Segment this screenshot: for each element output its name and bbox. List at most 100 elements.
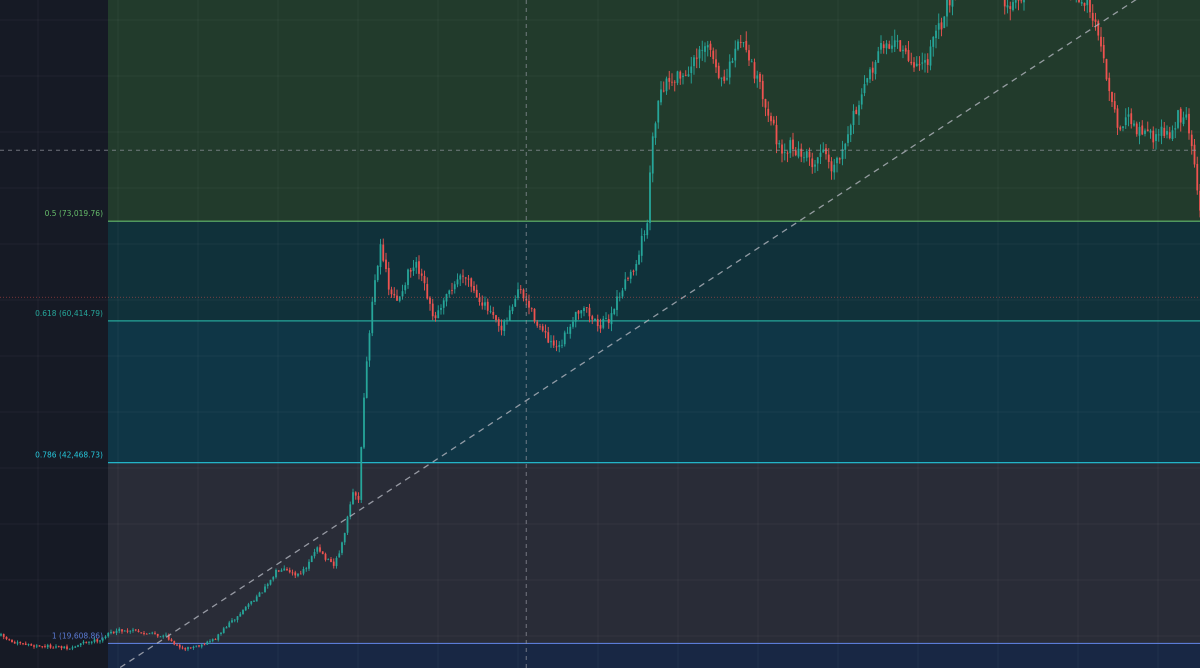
candle-body	[486, 301, 489, 311]
candle-body	[396, 295, 398, 301]
candle-body	[756, 75, 759, 79]
candle	[11, 639, 13, 643]
candle-body	[1179, 108, 1182, 123]
candle-body	[118, 628, 121, 632]
candle-body	[415, 261, 418, 268]
candle-body	[511, 306, 514, 312]
candle-body	[940, 22, 943, 30]
candle-body	[1149, 130, 1152, 133]
candle-body	[880, 43, 882, 50]
candle-body	[844, 143, 847, 150]
candle-body	[121, 629, 123, 632]
candle-body	[360, 447, 363, 500]
candle-body	[1185, 114, 1188, 118]
candle-body	[544, 330, 547, 333]
candle-body	[44, 646, 46, 647]
candle-body	[123, 630, 126, 632]
candle-body	[222, 628, 225, 633]
left-panel	[0, 0, 108, 668]
candle-body	[503, 321, 506, 331]
candle-body	[176, 644, 178, 646]
candle-body	[110, 631, 112, 634]
candle-body	[41, 646, 44, 648]
candle-body	[627, 278, 629, 279]
candle-body	[569, 326, 572, 334]
candle-body	[902, 49, 904, 52]
candle-body	[1014, 0, 1017, 3]
candle-body	[852, 110, 855, 125]
candle-body	[258, 592, 261, 597]
candle-body	[429, 297, 431, 304]
candle-body	[1122, 126, 1124, 128]
candle-body	[1168, 132, 1171, 139]
candle-body	[1188, 113, 1190, 134]
candle	[899, 40, 902, 52]
candle-body	[459, 275, 462, 280]
candle-body	[354, 492, 357, 496]
candle-body	[772, 119, 775, 124]
candle	[943, 15, 946, 29]
candle-body	[1196, 163, 1199, 191]
candle-body	[580, 310, 583, 314]
candle-body	[731, 60, 734, 63]
candle-body	[668, 77, 671, 82]
candle-body	[1116, 108, 1119, 128]
candle	[1105, 58, 1108, 81]
candle-body	[46, 645, 49, 648]
candle-body	[871, 67, 874, 73]
candle-body	[151, 632, 154, 634]
candle-body	[24, 643, 27, 645]
candle-body	[1089, 0, 1091, 13]
candle-body	[126, 630, 129, 632]
candle	[363, 393, 365, 450]
candle-body	[918, 64, 921, 66]
candle-body	[629, 271, 632, 279]
candle-body	[607, 318, 610, 324]
candle-body	[594, 318, 596, 321]
candle-body	[882, 44, 885, 49]
candle-body	[418, 261, 420, 274]
candle-body	[717, 65, 720, 78]
candle-body	[1083, 2, 1086, 6]
candle-body	[673, 81, 676, 83]
candle-body	[217, 634, 220, 640]
candle-body	[374, 280, 376, 302]
candle	[310, 555, 313, 563]
candle-body	[1141, 125, 1144, 135]
candle-body	[291, 572, 294, 574]
candle-body	[866, 78, 869, 83]
candle-body	[896, 40, 899, 42]
fibonacci-chart[interactable]: 0.5 (73,019.76) 0.618 (60,414.79) 0.786 (4…	[0, 0, 1200, 668]
candle-body	[1006, 5, 1009, 8]
candle-body	[558, 345, 561, 347]
candle	[1177, 109, 1179, 130]
candle-body	[874, 62, 877, 75]
candle-body	[473, 286, 475, 291]
candle-body	[803, 157, 805, 159]
candle-body	[379, 244, 382, 268]
candle-body	[1155, 134, 1157, 141]
candle-body	[951, 0, 954, 7]
candle-body	[943, 16, 946, 28]
candle-body	[649, 172, 651, 223]
candle-body	[332, 561, 335, 566]
candle-body	[891, 45, 893, 49]
candle-body	[863, 84, 866, 94]
candle-body	[74, 646, 77, 648]
candle-body	[539, 326, 541, 328]
candle-body	[49, 644, 52, 648]
candle-body	[247, 604, 250, 607]
candle-body	[431, 303, 434, 317]
candle-body	[475, 289, 478, 298]
fib-level-label-0: 0.5 (73,019.76)	[45, 209, 103, 218]
candle-body	[679, 71, 682, 79]
candle-body	[910, 61, 913, 64]
candle-body	[349, 504, 352, 517]
candle-body	[616, 296, 618, 310]
candle-body	[63, 646, 66, 649]
candle	[38, 645, 41, 647]
candle-body	[583, 308, 585, 312]
candle-body	[236, 616, 239, 620]
candle-body	[566, 332, 569, 334]
candle-body	[269, 579, 272, 585]
